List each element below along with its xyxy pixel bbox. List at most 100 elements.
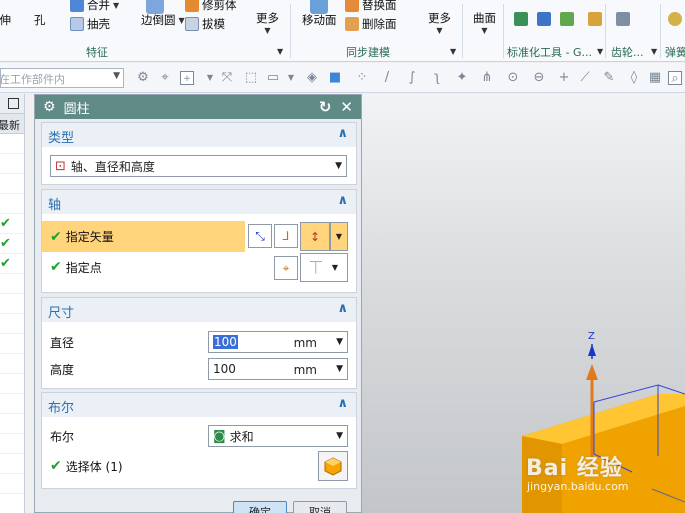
navigator-row[interactable] [0, 194, 24, 214]
navigator-row[interactable] [0, 434, 24, 454]
vector-dialog-icon[interactable]: ⅃ [274, 224, 298, 248]
navigator-row[interactable] [0, 154, 24, 174]
endpoint-icon[interactable]: ⟋ [578, 71, 592, 85]
gear-icon[interactable]: ⚙ [43, 99, 56, 115]
surface-button[interactable]: 曲面 ▼ [473, 10, 496, 35]
snap-point-icon[interactable]: ⌖ [158, 71, 172, 85]
spring-tool-icon[interactable] [668, 12, 682, 26]
line-icon[interactable]: / [380, 71, 394, 85]
vector-arrow-head[interactable] [586, 364, 598, 380]
reverse-direction-icon[interactable]: ⤡ [248, 224, 272, 248]
hole-button[interactable]: 孔 [34, 12, 46, 28]
close-icon[interactable]: ✕ [340, 98, 353, 116]
move-face-button[interactable]: 移动面 [302, 12, 337, 28]
group-expand-icon[interactable]: ▼ [651, 47, 657, 56]
delete-face-button[interactable]: 删除面 [345, 16, 397, 32]
chevron-down-icon[interactable]: ▼ [284, 71, 298, 85]
collapse-icon[interactable]: ∧ [337, 396, 348, 411]
chevron-down-icon[interactable]: ▼ [330, 222, 348, 251]
restore-icon[interactable] [8, 98, 19, 109]
face-icon[interactable]: ◊ [627, 71, 641, 85]
collapse-icon[interactable]: ∧ [337, 126, 348, 141]
collapse-icon[interactable]: ∧ [337, 301, 348, 316]
gear-tool-icon[interactable] [616, 12, 630, 26]
dialog-title-bar: ⚙ 圆柱 ↻ ✕ [35, 95, 361, 119]
collapse-icon[interactable]: ∧ [337, 193, 348, 208]
model-view[interactable] [362, 94, 685, 513]
curve-icon[interactable]: ∫ [405, 71, 419, 85]
draft-button[interactable]: 拔模 [185, 16, 225, 32]
standard-tool-4-icon[interactable] [588, 12, 602, 26]
trim-body-button[interactable]: 修剪体 [185, 0, 237, 13]
fit-view-icon[interactable]: ⌕ [668, 71, 682, 86]
navigator-row[interactable] [0, 274, 24, 294]
group-expand-icon[interactable]: ▼ [597, 47, 603, 56]
group-expand-icon[interactable]: ▼ [450, 47, 456, 56]
cancel-button[interactable]: 取消 [293, 501, 347, 513]
navigator-row[interactable]: ✔ [0, 234, 24, 254]
navigator-row[interactable] [0, 474, 24, 494]
node-icon[interactable]: ✦ [455, 71, 469, 85]
chevron-down-icon[interactable]: ▼ [203, 71, 217, 85]
standard-tool-2-icon[interactable] [537, 12, 551, 26]
boolean-select[interactable]: ◙ 求和 ▼ [208, 425, 348, 447]
edge-blend-button[interactable]: 边倒圆 ▼ [141, 12, 185, 28]
point-dialog-icon[interactable]: ⌖ [274, 256, 298, 280]
standard-tool-1-icon[interactable] [514, 12, 528, 26]
cylinder-type-select[interactable]: ⊡ 轴、直径和高度 ▼ [50, 155, 347, 177]
navigator-row[interactable]: ✔ [0, 214, 24, 234]
navigator-row[interactable] [0, 394, 24, 414]
height-input[interactable]: 100 mm ▼ [208, 358, 348, 380]
navigator-row[interactable] [0, 494, 24, 513]
inferred-vector-icon[interactable]: ↕ [300, 222, 330, 251]
group-expand-icon[interactable]: ▼ [277, 47, 283, 56]
reset-icon[interactable]: ↻ [319, 98, 332, 116]
more-sync-button[interactable]: 更多 ▼ [428, 10, 451, 35]
spline-icon[interactable]: ʅ [430, 71, 444, 85]
grid-icon[interactable]: ▦ [648, 71, 662, 85]
lasso-icon[interactable]: ⬚ [244, 71, 258, 85]
select-body-row[interactable]: ✔ 选择体 (1) [42, 452, 356, 480]
axis-section-header[interactable]: 轴 ∧ [42, 190, 356, 214]
select-filter-icon[interactable]: ⚙ [136, 71, 150, 85]
stretch-button[interactable]: 拉伸 [0, 12, 11, 28]
boolean-section-header[interactable]: 布尔 ∧ [42, 393, 356, 417]
navigator-row[interactable] [0, 294, 24, 314]
circle-center-icon[interactable]: ⊙ [506, 71, 520, 85]
combine-button[interactable]: 合并 ▼ [70, 0, 119, 13]
navigator-row[interactable] [0, 354, 24, 374]
shell-button[interactable]: 抽壳 [70, 16, 110, 32]
point-snap-toggle-icon[interactable]: + [180, 71, 194, 85]
navigator-row[interactable] [0, 174, 24, 194]
navigator-row[interactable] [0, 334, 24, 354]
navigator-row[interactable] [0, 314, 24, 334]
select-body-icon[interactable] [318, 451, 348, 481]
specify-vector-row[interactable]: ✔ 指定矢量 [42, 221, 245, 252]
point-on-face-icon[interactable]: ⊖ [532, 71, 546, 85]
pen-icon[interactable]: ✎ [602, 71, 616, 85]
navigator-row[interactable]: ✔ [0, 254, 24, 274]
chevron-down-icon[interactable]: ▼ [336, 364, 343, 374]
chevron-down-icon[interactable]: ▼ [336, 337, 343, 347]
navigator-row[interactable] [0, 414, 24, 434]
navigator-row[interactable] [0, 454, 24, 474]
point-type-select[interactable]: ⏉ ▼ [300, 253, 348, 282]
navigator-row[interactable] [0, 374, 24, 394]
dimension-section-header[interactable]: 尺寸 ∧ [42, 298, 356, 322]
more-feature-button[interactable]: 更多 ▼ [256, 10, 279, 35]
ok-button[interactable]: 确定 [233, 501, 287, 513]
point-cloud-icon[interactable]: ⁘ [355, 71, 369, 85]
view-cube-icon[interactable]: ◈ [305, 71, 319, 85]
selection-scope-combo[interactable]: 在工作部件内 ▼ [0, 68, 124, 88]
rectangle-select-icon[interactable]: ▭ [266, 71, 280, 85]
plus-point-icon[interactable]: + [557, 71, 571, 85]
graphics-viewport[interactable]: Z Bai 经验 jingyan.baidu.com [362, 94, 685, 513]
intersection-icon[interactable]: ⋔ [480, 71, 494, 85]
navigator-row[interactable] [0, 134, 24, 154]
move-handle-icon[interactable]: ⤧ [220, 71, 234, 85]
standard-tool-3-icon[interactable] [560, 12, 574, 26]
replace-face-button[interactable]: 替换面 [345, 0, 397, 13]
diameter-input[interactable]: 100 mm ▼ [208, 331, 348, 353]
type-section-header[interactable]: 类型 ∧ [42, 123, 356, 147]
solid-body-icon[interactable]: ■ [328, 71, 342, 85]
